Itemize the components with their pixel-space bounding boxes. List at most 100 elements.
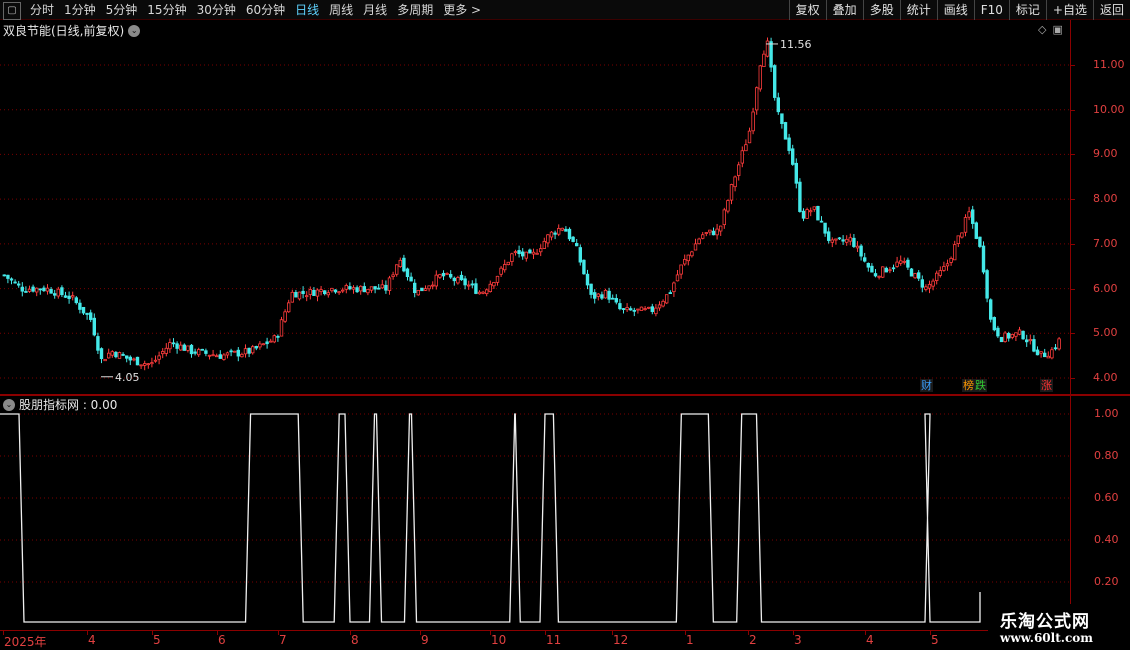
candle-body — [560, 227, 564, 231]
candle-body — [409, 276, 413, 282]
toolbar-button-0[interactable]: 复权 — [788, 0, 826, 20]
price-tick-label: 7.00 — [1093, 236, 1118, 250]
candle-body — [603, 289, 608, 299]
event-marker-2[interactable]: 跌 — [974, 379, 987, 392]
candle-body — [6, 274, 10, 279]
period-tab-9[interactable]: 多周期 — [392, 0, 438, 20]
toolbar-button-1[interactable]: 叠加 — [825, 0, 863, 20]
candle-body — [71, 295, 75, 298]
candle-body — [225, 352, 230, 356]
date-axis: 2025年 4 5 6 7 8 9 10 11 12 1 2 3 4 5 — [0, 630, 1130, 650]
candle-body — [488, 283, 492, 293]
candle-body — [1046, 355, 1050, 359]
period-tab-8[interactable]: 月线 — [358, 0, 392, 20]
period-tab-1[interactable]: 1分钟 — [59, 0, 101, 20]
period-tab-0[interactable]: 分时 — [25, 0, 59, 20]
period-tab-5[interactable]: 60分钟 — [241, 0, 290, 20]
candle-body — [81, 306, 86, 314]
candle-body — [330, 287, 334, 292]
candle-body — [103, 358, 107, 362]
window-box-icon[interactable]: ▢ — [3, 1, 21, 20]
period-tab-7[interactable]: 周线 — [324, 0, 358, 20]
candle-body — [200, 348, 204, 351]
period-tab-4[interactable]: 30分钟 — [192, 0, 241, 20]
candle-body — [956, 235, 960, 244]
toolbar-button-4[interactable]: 画线 — [936, 0, 974, 20]
indicator-chart — [0, 413, 1070, 623]
candle-body — [434, 274, 438, 287]
candle-body — [279, 319, 284, 337]
period-tab-2[interactable]: 5分钟 — [101, 0, 143, 20]
date-label: 1 — [686, 633, 694, 647]
candle-body — [358, 285, 363, 292]
toolbar-button-5[interactable]: F10 — [973, 0, 1009, 20]
candle-body — [178, 344, 183, 351]
candle-body — [463, 278, 467, 286]
candle-body — [438, 274, 442, 278]
toolbar-button-8[interactable]: 返回 — [1092, 0, 1130, 20]
candle-body — [1043, 352, 1047, 358]
candle-body — [16, 283, 21, 286]
candle-body — [387, 277, 392, 291]
candle-body — [884, 267, 888, 273]
period-tab-6[interactable]: 日线 — [290, 0, 324, 20]
candle-body — [938, 270, 942, 276]
date-label: 5 — [153, 633, 161, 647]
candle-body — [841, 239, 845, 242]
main-chart-pane[interactable]: 双良节能(日线,前复权) ⌄ ◇ ▣ 11.56 4.05 11.00 10.00 9… — [0, 20, 1130, 394]
candle-body — [232, 350, 237, 353]
candle-body — [1039, 351, 1043, 354]
candle-body — [427, 285, 431, 290]
toolbar-button-2[interactable]: 多股 — [862, 0, 900, 20]
chevron-down-icon[interactable]: ⌄ — [3, 398, 15, 411]
candle-body — [459, 274, 464, 281]
candle-body — [827, 231, 831, 241]
candle-body — [513, 251, 518, 254]
candle-body — [150, 362, 154, 365]
candle-body — [355, 287, 359, 293]
candle-body — [553, 232, 557, 235]
period-toolbar: ▢ 分时 1分钟 5分钟 15分钟 30分钟 60分钟 日线 周线 月线 多周期 更多 > 复权 叠加… — [0, 0, 1130, 20]
candle-body — [744, 144, 748, 152]
candle-body — [502, 264, 507, 271]
candle-body — [38, 288, 42, 291]
candle-body — [423, 288, 428, 291]
candle-body — [139, 364, 143, 367]
candle-body — [344, 285, 348, 290]
candle-body — [621, 308, 626, 310]
date-label: 10 — [491, 633, 507, 647]
candle-body — [578, 247, 582, 263]
candle-body — [837, 237, 842, 240]
candlestick-chart: 11.56 4.05 — [0, 37, 1070, 384]
candle-body — [265, 341, 269, 345]
candle-body — [510, 253, 514, 262]
candle-body — [1028, 339, 1032, 342]
candle-body — [978, 236, 982, 247]
candle-body — [42, 287, 46, 292]
period-list: ▢ 分时 1分钟 5分钟 15分钟 30分钟 60分钟 日线 周线 月线 多周期 更多 > — [0, 0, 486, 20]
candle-body — [722, 209, 726, 226]
event-marker-0[interactable]: 财 — [920, 379, 933, 392]
price-tick-label: 4.00 — [1093, 371, 1118, 384]
candle-body — [992, 317, 996, 331]
candle-body — [863, 257, 867, 262]
toolbar-button-6[interactable]: 标记 — [1008, 0, 1046, 20]
candle-body — [985, 270, 989, 299]
date-label: 11 — [546, 633, 562, 647]
candle-body — [477, 291, 482, 295]
indicator-title[interactable]: ⌄ 股朋指标网 : 0.00 — [3, 396, 117, 413]
candle-body — [207, 354, 212, 357]
toolbar-button-3[interactable]: 统计 — [899, 0, 937, 20]
period-tab-3[interactable]: 15分钟 — [142, 0, 191, 20]
candle-body — [236, 349, 240, 357]
period-tab-10[interactable]: 更多 > — [438, 0, 486, 20]
candle-body — [805, 209, 809, 219]
candle-body — [53, 293, 57, 296]
event-marker-3[interactable]: 涨 — [1040, 379, 1053, 392]
candle-body — [931, 280, 935, 287]
candle-body — [186, 345, 190, 351]
indicator-tick-label: 0.20 — [1094, 575, 1119, 588]
toolbar-button-7[interactable]: +自选 — [1045, 0, 1093, 20]
indicator-pane[interactable]: ⌄ 股朋指标网 : 0.00 1.00 0.80 0.60 0.40 0.20 — [0, 396, 1130, 630]
candle-body — [35, 287, 39, 293]
